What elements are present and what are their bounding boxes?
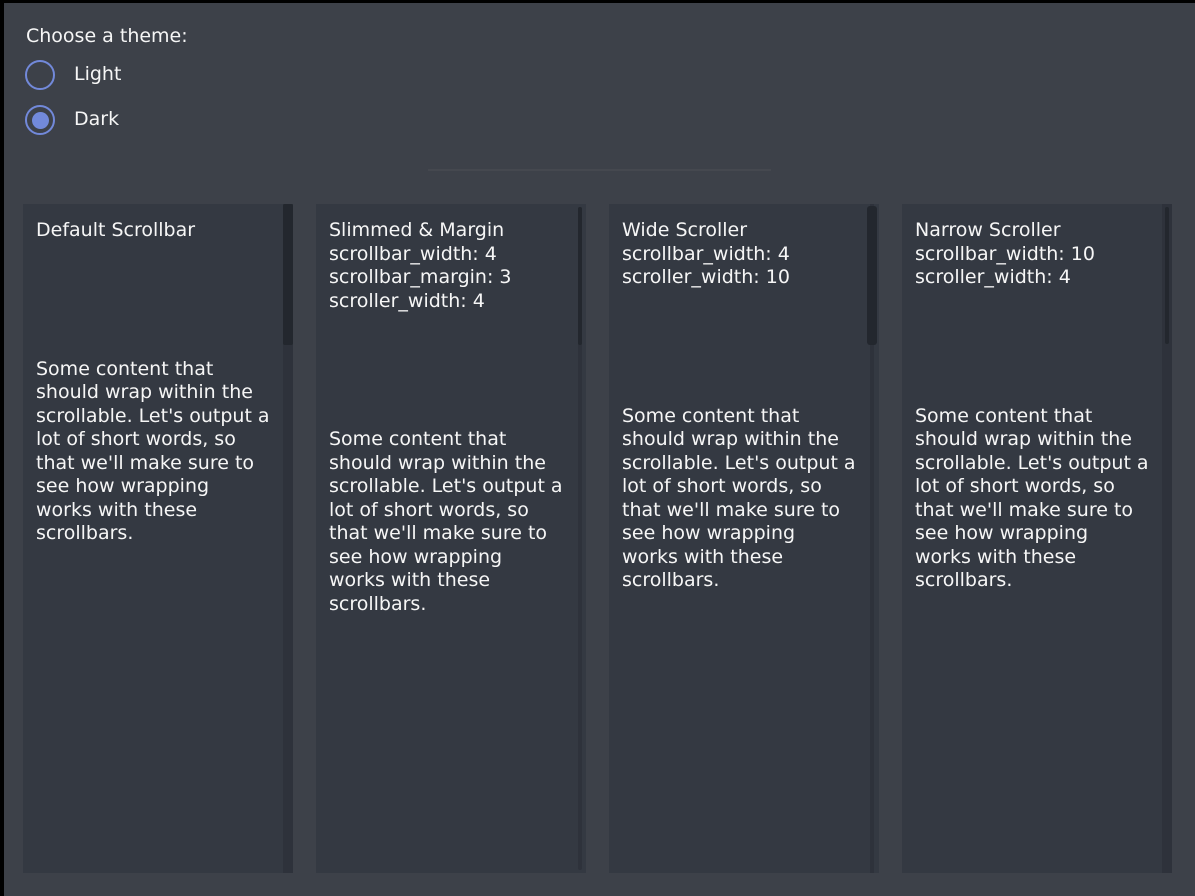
choose-theme-label: Choose a theme: xyxy=(26,25,188,49)
scrollbar-thumb[interactable] xyxy=(1165,207,1169,344)
panel-prop: scroller_width: 4 xyxy=(915,266,1155,290)
app-window: Choose a theme: Light Dark Default Scrol… xyxy=(0,0,1195,896)
spacer xyxy=(915,290,1172,405)
radio-icon xyxy=(25,60,55,90)
panel-prop: scrollbar_width: 4 xyxy=(622,243,862,267)
spacer xyxy=(622,290,879,405)
spacer xyxy=(329,313,586,428)
panel-slimmed-margin[interactable]: Slimmed & Margin scrollbar_width: 4 scro… xyxy=(316,204,586,873)
panel-title: Default Scrollbar xyxy=(36,219,276,243)
panel-content: Wide Scroller scrollbar_width: 4 scrolle… xyxy=(609,204,879,593)
panel-content: Slimmed & Margin scrollbar_width: 4 scro… xyxy=(316,204,586,616)
panel-prop: scroller_width: 4 xyxy=(329,290,569,314)
radio-dot-icon xyxy=(32,112,49,129)
scrollbar-thumb[interactable] xyxy=(867,206,877,345)
panel-narrow-scroller[interactable]: Narrow Scroller scrollbar_width: 10 scro… xyxy=(902,204,1172,873)
radio-icon xyxy=(25,105,55,135)
horizontal-divider xyxy=(428,169,771,171)
panel-body-text: Some content that should wrap within the… xyxy=(622,405,856,593)
panel-body-text: Some content that should wrap within the… xyxy=(915,405,1149,593)
panel-prop: scrollbar_width: 4 xyxy=(329,243,569,267)
radio-option-dark[interactable]: Dark xyxy=(25,105,119,135)
panel-content: Default Scrollbar Some content that shou… xyxy=(23,204,293,546)
panel-title: Slimmed & Margin xyxy=(329,219,569,243)
panel-content: Narrow Scroller scrollbar_width: 10 scro… xyxy=(902,204,1172,593)
panel-prop: scrollbar_width: 10 xyxy=(915,243,1155,267)
spacer xyxy=(36,243,293,358)
panel-wide-scroller[interactable]: Wide Scroller scrollbar_width: 4 scrolle… xyxy=(609,204,879,873)
scrollbar-thumb[interactable] xyxy=(283,204,293,345)
scrollbar-thumb[interactable] xyxy=(578,207,582,345)
panel-default-scrollbar[interactable]: Default Scrollbar Some content that shou… xyxy=(23,204,293,873)
panel-body-text: Some content that should wrap within the… xyxy=(36,358,270,546)
radio-label: Dark xyxy=(74,108,119,132)
radio-label: Light xyxy=(74,63,121,87)
panels-row: Default Scrollbar Some content that shou… xyxy=(23,204,1172,873)
panel-body-text: Some content that should wrap within the… xyxy=(329,428,563,616)
panel-title: Wide Scroller xyxy=(622,219,862,243)
radio-option-light[interactable]: Light xyxy=(25,60,121,90)
panel-title: Narrow Scroller xyxy=(915,219,1155,243)
panel-prop: scroller_width: 10 xyxy=(622,266,862,290)
panel-prop: scrollbar_margin: 3 xyxy=(329,266,569,290)
